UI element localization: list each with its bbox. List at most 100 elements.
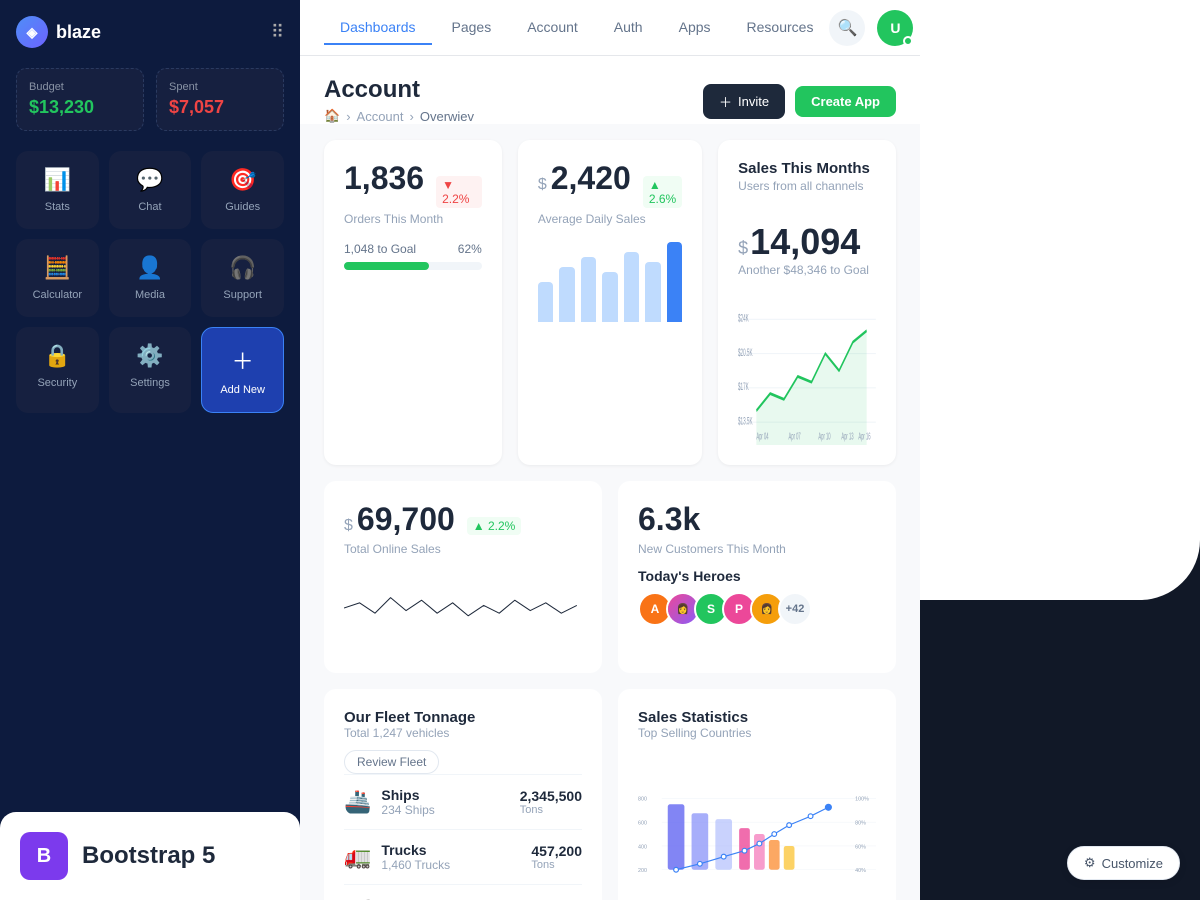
progress-pct: 62% bbox=[458, 242, 482, 256]
bar-7-active bbox=[667, 242, 682, 322]
online-sales-value: 69,700 bbox=[357, 501, 455, 538]
hero-count: +42 bbox=[778, 592, 812, 626]
online-sales-badge: ▲ 2.2% bbox=[467, 517, 522, 535]
nav-right: 🔍 U bbox=[829, 10, 913, 46]
breadcrumb-section[interactable]: Account bbox=[357, 109, 404, 124]
svg-text:100%: 100% bbox=[855, 797, 869, 803]
customers-value: 6.3k bbox=[638, 501, 700, 538]
sidebar-item-security[interactable]: 🔒 Security bbox=[16, 327, 99, 413]
fleet-item-left: 🚛 Trucks 1,460 Trucks bbox=[344, 842, 450, 872]
svg-text:$13.5K: $13.5K bbox=[738, 414, 753, 427]
ships-unit: Tons bbox=[520, 804, 582, 816]
right-panel-white bbox=[920, 0, 1200, 600]
calculator-icon: 🧮 bbox=[44, 255, 71, 281]
sales-line-chart: $24K $20.5K $17K $13.5K Apr 04 Apr 07 Ap… bbox=[738, 285, 876, 445]
online-dollar: $ bbox=[344, 517, 353, 535]
sales-stats-subtitle: Top Selling Countries bbox=[638, 726, 876, 740]
breadcrumb-home[interactable]: 🏠 bbox=[324, 108, 340, 124]
sidebar-item-label: Security bbox=[37, 377, 77, 389]
svg-text:Apr 10: Apr 10 bbox=[819, 430, 832, 442]
app-name: blaze bbox=[56, 22, 101, 43]
invite-button[interactable]: ＋ Invite bbox=[703, 84, 785, 119]
daily-sales-card: $ 2,420 ▲ 2.6% Average Daily Sales bbox=[518, 140, 702, 465]
sidebar-item-calculator[interactable]: 🧮 Calculator bbox=[16, 239, 99, 317]
logo-icon: ◈ bbox=[16, 16, 48, 48]
ships-value: 2,345,500 bbox=[520, 788, 582, 804]
customers-label: New Customers This Month bbox=[638, 542, 876, 556]
sliders-icon: ⚙ bbox=[1084, 855, 1096, 871]
sidebar-item-stats[interactable]: 📊 Stats bbox=[16, 151, 99, 229]
sidebar-item-media[interactable]: 👤 Media bbox=[109, 239, 192, 317]
tab-dashboards[interactable]: Dashboards bbox=[324, 11, 432, 45]
create-app-button[interactable]: Create App bbox=[795, 86, 896, 117]
svg-text:Apr 04: Apr 04 bbox=[757, 430, 770, 442]
daily-sales-value: 2,420 bbox=[551, 160, 631, 197]
sidebar-item-settings[interactable]: ⚙️ Settings bbox=[109, 327, 192, 413]
budget-card: Budget $13,230 bbox=[16, 68, 144, 131]
fleet-item-info: Trucks 1,460 Trucks bbox=[381, 842, 450, 872]
bootstrap-badge: B Bootstrap 5 bbox=[20, 832, 280, 880]
sidebar-item-label: Settings bbox=[130, 377, 170, 389]
tab-resources[interactable]: Resources bbox=[731, 11, 830, 45]
settings-icon: ⚙️ bbox=[136, 343, 163, 369]
sales-goal-text: Another $48,346 to Goal bbox=[738, 263, 876, 277]
progress-container: 1,048 to Goal 62% bbox=[344, 242, 482, 270]
bar-2 bbox=[559, 267, 574, 322]
fleet-item-left: 🚢 Ships 234 Ships bbox=[344, 787, 435, 817]
sidebar-item-label: Media bbox=[135, 289, 165, 301]
support-icon: 🎧 bbox=[229, 255, 256, 281]
sidebar-item-guides[interactable]: 🎯 Guides bbox=[201, 151, 284, 229]
heroes-title: Today's Heroes bbox=[638, 568, 876, 584]
top-nav: Dashboards Pages Account Auth Apps Resou… bbox=[300, 0, 920, 56]
nav-tabs: Dashboards Pages Account Auth Apps Resou… bbox=[324, 11, 829, 45]
search-button[interactable]: 🔍 bbox=[829, 10, 865, 46]
fleet-subtitle: Total 1,247 vehicles bbox=[344, 726, 582, 740]
chat-icon: 💬 bbox=[136, 167, 163, 193]
tab-account[interactable]: Account bbox=[511, 11, 594, 45]
bottom-row: Our Fleet Tonnage Total 1,247 vehicles R… bbox=[324, 689, 896, 900]
avatar-status-dot bbox=[903, 36, 913, 46]
avatar-initial: U bbox=[890, 20, 900, 36]
fleet-value-right: 457,200 Tons bbox=[531, 843, 582, 871]
tab-auth[interactable]: Auth bbox=[598, 11, 659, 45]
spent-value: $7,057 bbox=[169, 97, 271, 118]
review-fleet-button[interactable]: Review Fleet bbox=[344, 750, 439, 774]
orders-badge: ▼ 2.2% bbox=[436, 176, 482, 208]
customize-label: Customize bbox=[1102, 856, 1163, 871]
avatar-button[interactable]: U bbox=[877, 10, 913, 46]
svg-text:80%: 80% bbox=[855, 821, 866, 827]
tab-apps[interactable]: Apps bbox=[663, 11, 727, 45]
customize-button[interactable]: ⚙ Customize bbox=[1067, 846, 1180, 880]
sidebar-item-label: Guides bbox=[225, 201, 260, 213]
page-header: Account 🏠 › Account › Overwiev ＋ Invite … bbox=[300, 56, 920, 124]
orders-value: 1,836 bbox=[344, 160, 424, 197]
svg-text:400: 400 bbox=[638, 844, 647, 850]
sidebar-item-support[interactable]: 🎧 Support bbox=[201, 239, 284, 317]
fleet-name: Trucks bbox=[381, 842, 450, 858]
orders-label: Orders This Month bbox=[344, 212, 482, 226]
budget-value: $13,230 bbox=[29, 97, 131, 118]
budget-row: Budget $13,230 Spent $7,057 bbox=[16, 68, 284, 131]
customers-card: 6.3k New Customers This Month Today's He… bbox=[618, 481, 896, 673]
trucks-value: 457,200 bbox=[531, 843, 582, 859]
svg-text:40%: 40% bbox=[855, 868, 866, 874]
mini-bar-chart bbox=[538, 242, 682, 322]
svg-text:Apr 16: Apr 16 bbox=[859, 430, 872, 442]
tab-pages[interactable]: Pages bbox=[436, 11, 508, 45]
fleet-count: 234 Ships bbox=[381, 803, 434, 817]
ships-icon: 🚢 bbox=[344, 789, 371, 815]
grid-menu: 📊 Stats 💬 Chat 🎯 Guides 🧮 Calculator 👤 M… bbox=[16, 151, 284, 413]
svg-text:Apr 13: Apr 13 bbox=[842, 430, 855, 442]
page-title: Account bbox=[324, 76, 474, 104]
fleet-name: Ships bbox=[381, 787, 434, 803]
menu-icon[interactable]: ⠿ bbox=[271, 22, 284, 43]
progress-text: 1,048 to Goal bbox=[344, 242, 416, 256]
sidebar-item-add-new[interactable]: ＋ Add New bbox=[201, 327, 284, 413]
fleet-value-right: 2,345,500 Tons bbox=[520, 788, 582, 816]
progress-bar-bg bbox=[344, 262, 482, 270]
page-header-left: Account 🏠 › Account › Overwiev bbox=[324, 76, 474, 124]
svg-text:200: 200 bbox=[638, 868, 647, 874]
sidebar-item-chat[interactable]: 💬 Chat bbox=[109, 151, 192, 229]
budget-label: Budget bbox=[29, 81, 131, 93]
sidebar-item-label: Stats bbox=[45, 201, 70, 213]
